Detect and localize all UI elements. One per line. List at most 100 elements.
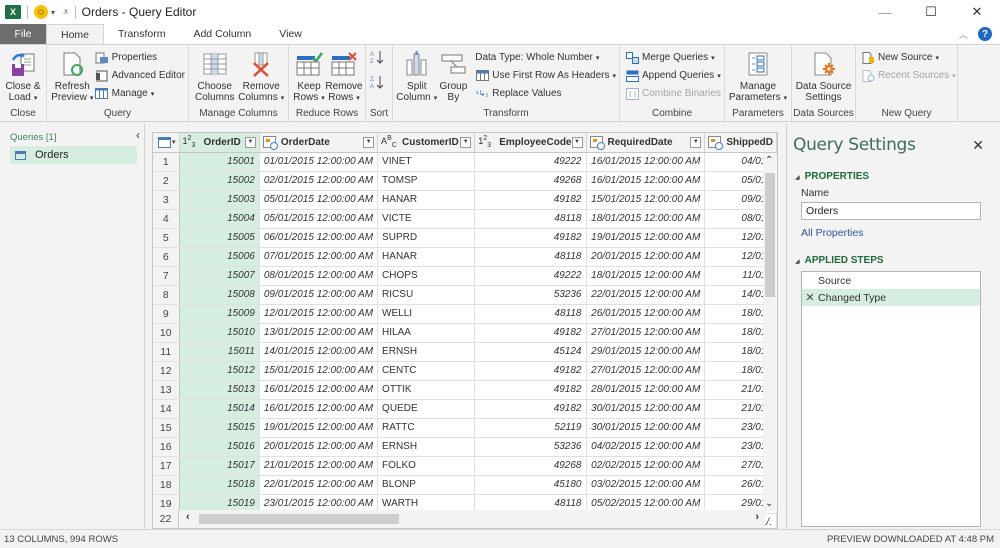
- table-row[interactable]: 8 15008 09/01/2015 12:00:00 AM RICSU 53236 22…: [153, 285, 777, 305]
- cell-orderdate[interactable]: 02/01/2015 12:00:00 AM: [259, 171, 379, 191]
- cell-requireddate[interactable]: 29/01/2015 12:00:00 AM: [586, 342, 706, 362]
- cell-orderid[interactable]: 15009: [179, 304, 260, 324]
- cell-requireddate[interactable]: 16/01/2015 12:00:00 AM: [586, 152, 706, 172]
- manage-button[interactable]: Manage ▾: [95, 86, 185, 101]
- cell-requireddate[interactable]: 18/01/2015 12:00:00 AM: [586, 209, 706, 229]
- horizontal-scrollbar[interactable]: ‹ ›: [179, 510, 765, 528]
- close-pane-icon[interactable]: ✕: [972, 137, 984, 154]
- cell-orderdate[interactable]: 15/01/2015 12:00:00 AM: [259, 361, 379, 381]
- cell-customerid[interactable]: HANAR: [377, 247, 476, 267]
- row-number[interactable]: 7: [153, 266, 180, 286]
- row-number[interactable]: 4: [153, 209, 180, 229]
- cell-orderid[interactable]: 15006: [179, 247, 260, 267]
- cell-employeecode[interactable]: 48118: [474, 304, 587, 324]
- row-number[interactable]: 9: [153, 304, 180, 324]
- cell-customerid[interactable]: OTTIK: [377, 380, 476, 400]
- cell-orderdate[interactable]: 16/01/2015 12:00:00 AM: [259, 380, 379, 400]
- table-row[interactable]: 6 15006 07/01/2015 12:00:00 AM HANAR 48118 20…: [153, 247, 777, 267]
- cell-orderdate[interactable]: 14/01/2015 12:00:00 AM: [259, 342, 379, 362]
- cell-orderid[interactable]: 15004: [179, 209, 260, 229]
- cell-customerid[interactable]: HANAR: [377, 190, 476, 210]
- cell-orderdate[interactable]: 19/01/2015 12:00:00 AM: [259, 418, 379, 438]
- row-number[interactable]: 2: [153, 171, 180, 191]
- applied-steps-section-header[interactable]: ◢ APPLIED STEPS: [795, 255, 884, 266]
- cell-employeecode[interactable]: 49268: [474, 171, 587, 191]
- filter-dropdown-button[interactable]: ▼: [571, 136, 583, 148]
- cell-employeecode[interactable]: 49182: [474, 399, 587, 419]
- whole-number-type-icon[interactable]: 123: [183, 135, 199, 149]
- table-row[interactable]: 13 15013 16/01/2015 12:00:00 AM OTTIK 49182 2…: [153, 380, 777, 400]
- cell-customerid[interactable]: ERNSH: [377, 437, 476, 457]
- row-number[interactable]: 14: [153, 399, 180, 419]
- column-header-orderid[interactable]: 123 OrderID ▼: [179, 133, 260, 153]
- cell-orderid[interactable]: 15007: [179, 266, 260, 286]
- column-header-employeecode[interactable]: 123 EmployeeCode ▼: [474, 133, 587, 153]
- cell-orderid[interactable]: 15018: [179, 475, 260, 495]
- cell-requireddate[interactable]: 27/01/2015 12:00:00 AM: [586, 361, 706, 381]
- advanced-editor-button[interactable]: Advanced Editor: [95, 68, 185, 83]
- vertical-scrollbar[interactable]: ⌃ ⌄: [763, 153, 777, 511]
- cell-orderdate[interactable]: 22/01/2015 12:00:00 AM: [259, 475, 379, 495]
- cell-requireddate[interactable]: 18/01/2015 12:00:00 AM: [586, 266, 706, 286]
- cell-requireddate[interactable]: 02/02/2015 12:00:00 AM: [586, 456, 706, 476]
- table-row[interactable]: 12 15012 15/01/2015 12:00:00 AM CENTC 49182 2…: [153, 361, 777, 381]
- delete-step-icon[interactable]: ✕: [802, 291, 818, 304]
- replace-values-button[interactable]: ¹↳₂ Replace Values: [475, 86, 616, 101]
- table-row[interactable]: 14 15014 16/01/2015 12:00:00 AM QUEDE 49182 3…: [153, 399, 777, 419]
- cell-employeecode[interactable]: 52119: [474, 418, 587, 438]
- cell-customerid[interactable]: RICSU: [377, 285, 476, 305]
- cell-orderdate[interactable]: 05/01/2015 12:00:00 AM: [259, 190, 379, 210]
- row-number[interactable]: 11: [153, 342, 180, 362]
- column-header-shippeddate[interactable]: ShippedD: [704, 133, 777, 153]
- cell-employeecode[interactable]: 48118: [474, 247, 587, 267]
- horizontal-scroll-thumb[interactable]: [199, 514, 399, 524]
- tab-view[interactable]: View: [265, 24, 316, 44]
- cell-requireddate[interactable]: 03/02/2015 12:00:00 AM: [586, 475, 706, 495]
- scroll-right-icon[interactable]: ›: [755, 511, 759, 523]
- cell-orderdate[interactable]: 08/01/2015 12:00:00 AM: [259, 266, 379, 286]
- cell-orderdate[interactable]: 21/01/2015 12:00:00 AM: [259, 456, 379, 476]
- table-row[interactable]: 4 15004 05/01/2015 12:00:00 AM VICTE 48118 18…: [153, 209, 777, 229]
- cell-orderid[interactable]: 15001: [179, 152, 260, 172]
- collapse-ribbon-icon[interactable]: ︿: [959, 28, 968, 41]
- cell-customerid[interactable]: FOLKO: [377, 456, 476, 476]
- cell-orderid[interactable]: 15002: [179, 171, 260, 191]
- cell-requireddate[interactable]: 27/01/2015 12:00:00 AM: [586, 323, 706, 343]
- cell-orderdate[interactable]: 06/01/2015 12:00:00 AM: [259, 228, 379, 248]
- cell-orderid[interactable]: 15005: [179, 228, 260, 248]
- tab-add-column[interactable]: Add Column: [179, 24, 265, 44]
- tab-transform[interactable]: Transform: [104, 24, 179, 44]
- cell-employeecode[interactable]: 49182: [474, 323, 587, 343]
- cell-employeecode[interactable]: 49182: [474, 228, 587, 248]
- column-header-requireddate[interactable]: RequiredDate ▼: [586, 133, 706, 153]
- cell-employeecode[interactable]: 53236: [474, 437, 587, 457]
- datetime-type-icon[interactable]: [589, 136, 605, 151]
- row-number[interactable]: 13: [153, 380, 180, 400]
- table-row[interactable]: 18 15018 22/01/2015 12:00:00 AM BLONP 45180 0…: [153, 475, 777, 495]
- cell-orderid[interactable]: 15003: [179, 190, 260, 210]
- cell-orderdate[interactable]: 05/01/2015 12:00:00 AM: [259, 209, 379, 229]
- row-number[interactable]: 15: [153, 418, 180, 438]
- cell-orderid[interactable]: 15013: [179, 380, 260, 400]
- datetime-type-icon[interactable]: [262, 136, 278, 151]
- cell-employeecode[interactable]: 45180: [474, 475, 587, 495]
- cell-requireddate[interactable]: 30/01/2015 12:00:00 AM: [586, 418, 706, 438]
- table-row[interactable]: 10 15010 13/01/2015 12:00:00 AM HILAA 49182 2…: [153, 323, 777, 343]
- row-number[interactable]: 8: [153, 285, 180, 305]
- customize-toolbar-icon[interactable]: ⩡: [63, 7, 69, 18]
- cell-orderdate[interactable]: 07/01/2015 12:00:00 AM: [259, 247, 379, 267]
- new-source-button[interactable]: New Source ▾: [861, 50, 956, 65]
- row-number[interactable]: 6: [153, 247, 180, 267]
- table-row[interactable]: 3 15003 05/01/2015 12:00:00 AM HANAR 49182 15…: [153, 190, 777, 210]
- cell-employeecode[interactable]: 49182: [474, 361, 587, 381]
- help-icon[interactable]: ?: [978, 27, 992, 41]
- cell-orderid[interactable]: 15015: [179, 418, 260, 438]
- close-window-button[interactable]: ✕: [954, 0, 1000, 24]
- scroll-up-icon[interactable]: ⌃: [765, 155, 773, 166]
- cell-requireddate[interactable]: 20/01/2015 12:00:00 AM: [586, 247, 706, 267]
- tab-home[interactable]: Home: [46, 24, 105, 44]
- table-row[interactable]: 16 15016 20/01/2015 12:00:00 AM ERNSH 53236 0…: [153, 437, 777, 457]
- cell-customerid[interactable]: CHOPS: [377, 266, 476, 286]
- filter-dropdown-button[interactable]: ▼: [460, 136, 472, 148]
- scroll-down-icon[interactable]: ⌄: [765, 498, 773, 509]
